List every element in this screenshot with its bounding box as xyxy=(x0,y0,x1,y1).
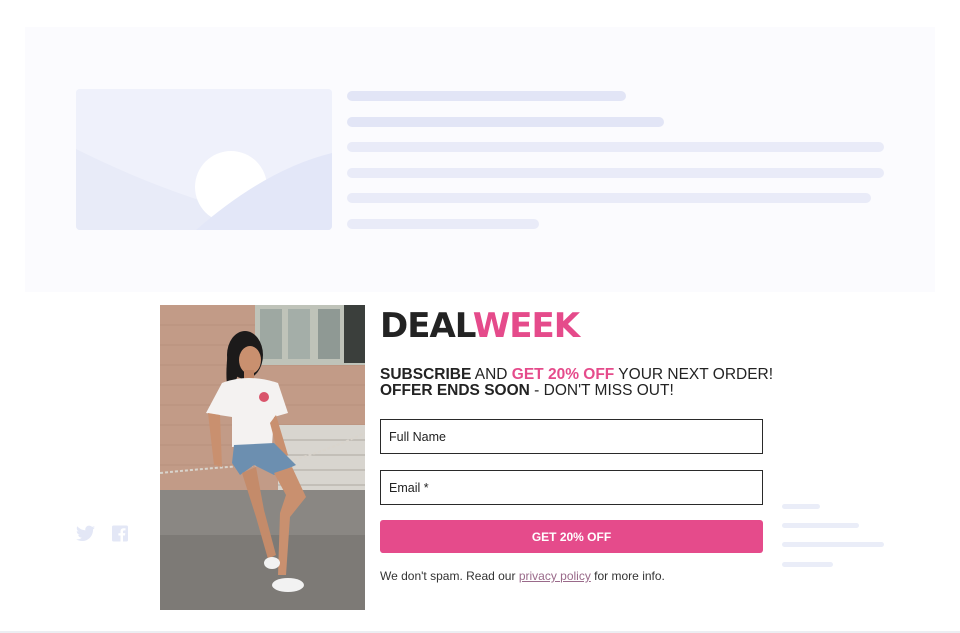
email-input[interactable] xyxy=(380,470,763,505)
dont-miss-text: - DON'T MISS OUT! xyxy=(529,382,674,399)
and-text: AND xyxy=(471,366,512,383)
facebook-icon[interactable] xyxy=(112,525,128,547)
placeholder-line xyxy=(782,504,820,509)
placeholder-line xyxy=(347,193,871,203)
privacy-note: We don't spam. Read our privacy policy f… xyxy=(380,569,665,583)
placeholder-line xyxy=(347,91,626,101)
image-placeholder-icon xyxy=(76,89,332,230)
privacy-policy-link[interactable]: privacy policy xyxy=(519,569,591,583)
offer-line-2: OFFER ENDS SOON - DON'T MISS OUT! xyxy=(380,382,674,399)
next-order-text: YOUR NEXT ORDER! xyxy=(614,366,774,383)
title-part-week: WEEK xyxy=(472,306,580,346)
page: DEALWEEK SUBSCRIBE AND GET 20% OFF YOUR … xyxy=(0,0,960,633)
placeholder-line xyxy=(347,117,664,127)
placeholder-card xyxy=(25,27,935,292)
placeholder-image xyxy=(76,89,332,230)
popup-title: DEALWEEK xyxy=(380,305,580,347)
placeholder-line xyxy=(347,219,539,229)
placeholder-line xyxy=(782,562,833,567)
note-text-before: We don't spam. Read our xyxy=(380,569,519,583)
offer-line-1: SUBSCRIBE AND GET 20% OFF YOUR NEXT ORDE… xyxy=(380,366,773,383)
subscribe-text: SUBSCRIBE xyxy=(380,366,472,383)
full-name-input[interactable] xyxy=(380,419,763,454)
note-text-after: for more info. xyxy=(590,569,665,583)
placeholder-line xyxy=(347,168,884,178)
placeholder-line xyxy=(347,142,884,152)
placeholder-line xyxy=(782,523,859,528)
get-discount-button[interactable]: GET 20% OFF xyxy=(380,520,763,553)
placeholder-line xyxy=(782,542,884,547)
title-part-deal: DEAL xyxy=(380,306,474,346)
model-photo xyxy=(160,305,365,610)
twitter-icon[interactable] xyxy=(76,525,95,547)
discount-text: GET 20% OFF xyxy=(511,366,615,383)
offer-ends-text: OFFER ENDS SOON xyxy=(380,382,530,399)
